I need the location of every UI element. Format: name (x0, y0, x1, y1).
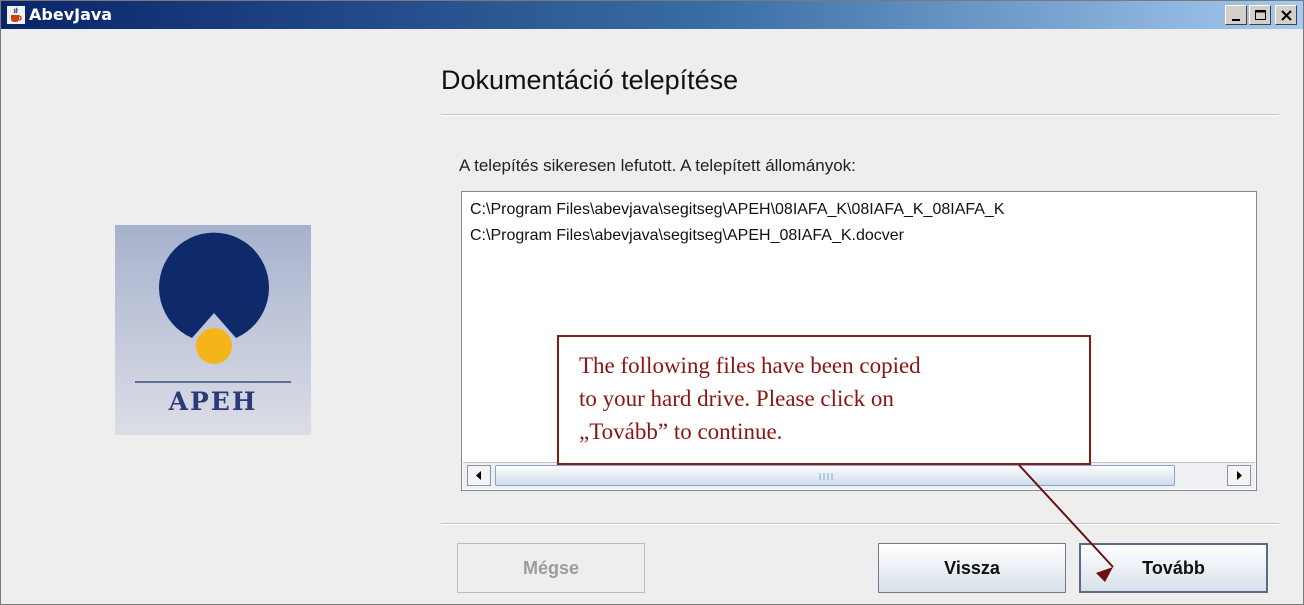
horizontal-scrollbar[interactable] (463, 462, 1255, 489)
window-controls (1225, 5, 1297, 25)
callout-line: to your hard drive. Please click on (579, 386, 894, 411)
title-bar[interactable]: AbevJava (1, 1, 1303, 29)
installer-window: AbevJava Dokumentáció telepítése APEH A … (0, 0, 1304, 605)
window-title: AbevJava (29, 5, 113, 24)
header-divider (441, 114, 1279, 116)
scrollbar-thumb[interactable] (495, 465, 1175, 486)
apeh-logo: APEH (115, 225, 311, 435)
scroll-right-icon[interactable] (1227, 465, 1251, 486)
back-button[interactable]: Vissza (878, 543, 1066, 593)
callout-line: The following files have been copied (579, 353, 921, 378)
grip-icon (819, 473, 833, 480)
logo-text: APEH (168, 387, 258, 416)
status-message: A telepítés sikeresen lefutott. A telepí… (459, 156, 856, 175)
page-title: Dokumentáció telepítése (441, 65, 739, 95)
minimize-icon[interactable] (1225, 5, 1247, 25)
callout-line: „Tovább” to continue. (579, 419, 783, 444)
close-icon[interactable] (1275, 5, 1297, 25)
java-cup-icon (7, 6, 25, 24)
scroll-left-icon[interactable] (467, 465, 491, 486)
list-item[interactable]: C:\Program Files\abevjava\segitseg\APEH_… (470, 227, 904, 245)
cancel-button[interactable]: Mégse (457, 543, 645, 593)
list-item[interactable]: C:\Program Files\abevjava\segitseg\APEH\… (470, 201, 1005, 219)
footer-divider (441, 523, 1279, 525)
next-button[interactable]: Tovább (1079, 543, 1268, 593)
maximize-icon[interactable] (1249, 5, 1271, 25)
instruction-callout: The following files have been copied to … (557, 335, 1091, 465)
